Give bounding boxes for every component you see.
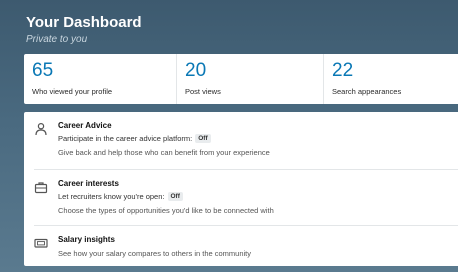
status-badge[interactable]: Off [195, 134, 211, 143]
item-line-text: Participate in the career advice platfor… [58, 134, 193, 143]
dashboard-items-panel: Career Advice Participate in the career … [24, 112, 458, 266]
stat-number: 20 [185, 60, 207, 81]
item-description: See how your salary compares to others i… [58, 249, 252, 258]
item-salary-insights[interactable]: Salary insights See how your salary comp… [24, 226, 458, 266]
status-badge[interactable]: Off [167, 192, 183, 201]
dashboard-card: Your Dashboard Private to you 65 Who vie… [0, 0, 458, 272]
dashboard-subtitle: Private to you [26, 34, 88, 45]
item-body: Career Advice Participate in the career … [58, 120, 454, 159]
item-career-interests[interactable]: Career interests Let recruiters know you… [24, 170, 458, 226]
stat-number: 65 [32, 60, 54, 81]
item-line: Let recruiters know you're open: Off [58, 191, 454, 203]
item-description: Choose the types of opportunities you'd … [58, 206, 274, 215]
item-body: Career interests Let recruiters know you… [58, 178, 454, 217]
briefcase-icon [34, 180, 48, 194]
item-title: Career Advice [58, 121, 112, 130]
money-icon [34, 236, 48, 250]
item-career-advice[interactable]: Career Advice Participate in the career … [24, 112, 458, 170]
item-description: Give back and help those who can benefit… [58, 148, 270, 157]
item-body: Salary insights See how your salary comp… [58, 234, 454, 260]
stat-post-views[interactable]: 20 Post views [177, 54, 324, 104]
stat-profile-views[interactable]: 65 Who viewed your profile [24, 54, 177, 104]
item-line: Participate in the career advice platfor… [58, 133, 454, 145]
item-line-text: Let recruiters know you're open: [58, 192, 165, 201]
stat-label: Search appearances [332, 87, 402, 96]
stats-row: 65 Who viewed your profile 20 Post views… [24, 54, 458, 104]
dashboard-header: Your Dashboard Private to you [26, 14, 458, 47]
item-title: Career interests [58, 179, 119, 188]
stat-search-appearances[interactable]: 22 Search appearances [324, 54, 458, 104]
stat-number: 22 [332, 60, 354, 81]
person-icon [34, 122, 48, 136]
stat-label: Post views [185, 87, 221, 96]
item-title: Salary insights [58, 235, 115, 244]
dashboard-title: Your Dashboard [26, 14, 142, 31]
stat-label: Who viewed your profile [32, 87, 113, 96]
